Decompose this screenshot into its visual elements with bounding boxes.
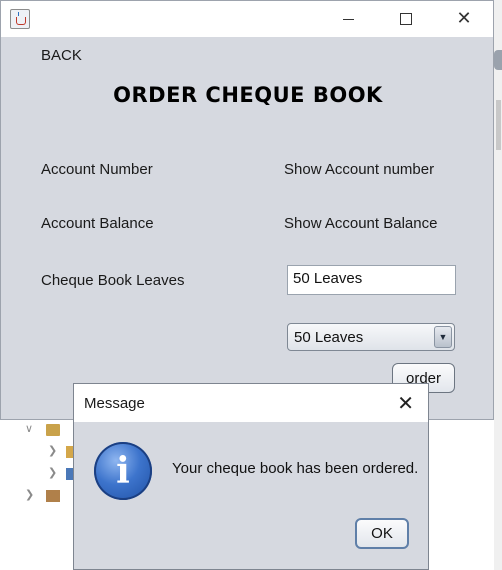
close-icon: ✕ — [456, 8, 472, 29]
cheque-leaves-field[interactable]: 50 Leaves — [287, 265, 456, 295]
page-title: ORDER CHEQUE BOOK — [113, 83, 383, 107]
dialog-message: Your cheque book has been ordered. — [172, 460, 419, 477]
leaves-select-value: 50 Leaves — [294, 329, 364, 346]
maximize-button[interactable] — [377, 1, 435, 37]
info-icon: i — [94, 442, 152, 500]
minimize-icon — [342, 18, 354, 20]
java-app-icon — [10, 9, 30, 29]
ok-button[interactable]: OK — [355, 518, 409, 549]
dialog-close-icon[interactable]: ✕ — [397, 391, 414, 415]
account-balance-label: Account Balance — [41, 215, 154, 232]
close-button[interactable]: ✕ — [435, 1, 493, 37]
project-icon — [46, 490, 60, 502]
order-cheque-book-window: ✕ BACK ORDER CHEQUE BOOK Account Number … — [0, 0, 494, 420]
window-titlebar: ✕ — [1, 1, 493, 37]
account-balance-value: Show Account Balance — [284, 215, 438, 232]
background-project-tree: ∨ ❯ ❯ ❯ — [0, 420, 80, 570]
cheque-leaves-label: Cheque Book Leaves — [41, 272, 185, 289]
account-number-label: Account Number — [41, 161, 153, 178]
collapse-chevron-icon[interactable]: ❯ — [48, 466, 57, 479]
background-scroll-knob — [494, 50, 502, 70]
background-scrollbar — [496, 100, 501, 150]
leaves-select[interactable]: 50 Leaves ▼ — [287, 323, 455, 351]
minimize-button[interactable] — [319, 1, 377, 37]
expand-chevron-icon[interactable]: ∨ — [25, 422, 33, 435]
maximize-icon — [400, 13, 412, 25]
dialog-titlebar: Message ✕ — [74, 384, 428, 422]
background-window-edge — [494, 0, 502, 570]
back-link[interactable]: BACK — [41, 47, 82, 64]
collapse-chevron-icon[interactable]: ❯ — [25, 488, 34, 501]
account-number-value: Show Account number — [284, 161, 435, 178]
folder-icon — [46, 424, 60, 436]
collapse-chevron-icon[interactable]: ❯ — [48, 444, 57, 457]
dialog-title: Message — [84, 395, 145, 412]
dropdown-arrow-icon[interactable]: ▼ — [434, 326, 452, 348]
message-dialog: Message ✕ i Your cheque book has been or… — [73, 383, 429, 570]
